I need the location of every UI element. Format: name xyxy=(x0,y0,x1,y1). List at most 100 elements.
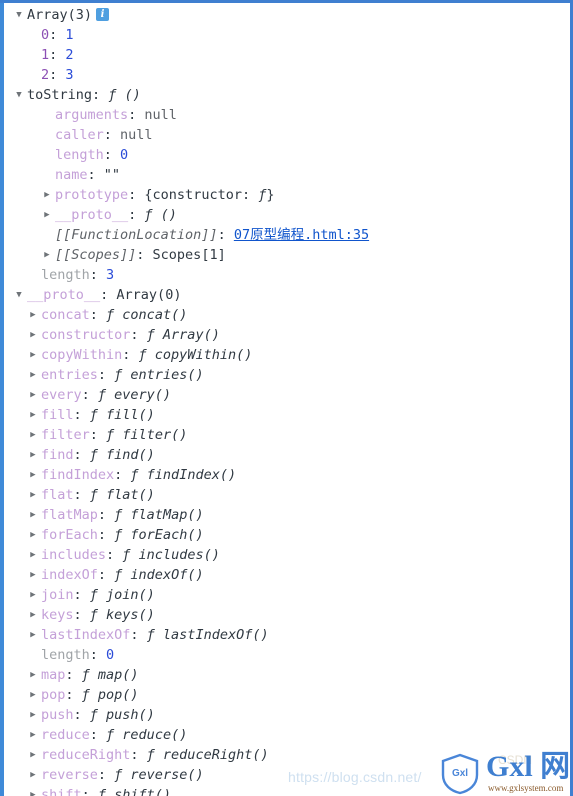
property-row[interactable]: toString: ƒ () xyxy=(0,85,570,105)
property-row[interactable]: join: ƒ join() xyxy=(0,585,570,605)
property-row[interactable]: 2: 3 xyxy=(0,65,570,85)
watermark-subtitle: www.gxlsystem.com xyxy=(488,783,564,793)
expand-triangle-icon[interactable] xyxy=(28,405,38,425)
expand-triangle-icon[interactable] xyxy=(28,465,38,485)
property-row[interactable]: constructor: ƒ Array() xyxy=(0,325,570,345)
property-row-content: flat: ƒ flat() xyxy=(41,485,155,505)
property-row-content: lastIndexOf: ƒ lastIndexOf() xyxy=(41,625,269,645)
property-row[interactable]: includes: ƒ includes() xyxy=(0,545,570,565)
expand-triangle-icon[interactable] xyxy=(28,445,38,465)
collapse-triangle-icon[interactable] xyxy=(14,5,24,25)
property-row[interactable]: name: "" xyxy=(0,165,570,185)
property-row[interactable]: Array(3)i xyxy=(0,5,570,25)
expand-triangle-icon[interactable] xyxy=(42,205,52,225)
property-value: 3 xyxy=(106,267,115,283)
expand-triangle-icon[interactable] xyxy=(28,765,38,785)
property-value: : xyxy=(49,67,66,83)
property-value: ƒ shift() xyxy=(97,787,172,796)
property-value: : xyxy=(49,47,66,63)
property-value: ƒ entries() xyxy=(114,367,204,383)
property-row[interactable]: find: ƒ find() xyxy=(0,445,570,465)
property-row[interactable]: findIndex: ƒ findIndex() xyxy=(0,465,570,485)
expand-triangle-icon[interactable] xyxy=(28,585,38,605)
expand-triangle-icon[interactable] xyxy=(28,485,38,505)
property-row[interactable]: [[Scopes]]: Scopes[1] xyxy=(0,245,570,265)
property-row[interactable]: keys: ƒ keys() xyxy=(0,605,570,625)
property-row[interactable]: indexOf: ƒ indexOf() xyxy=(0,565,570,585)
expand-triangle-icon[interactable] xyxy=(28,425,38,445)
property-value: ƒ filter() xyxy=(106,427,188,443)
property-key: reduce xyxy=(41,727,90,743)
property-row[interactable]: flat: ƒ flat() xyxy=(0,485,570,505)
property-row[interactable]: lastIndexOf: ƒ lastIndexOf() xyxy=(0,625,570,645)
property-row[interactable]: reduce: ƒ reduce() xyxy=(0,725,570,745)
property-row[interactable]: pop: ƒ pop() xyxy=(0,685,570,705)
property-row[interactable]: arguments: null xyxy=(0,105,570,125)
expand-triangle-icon[interactable] xyxy=(28,705,38,725)
expand-triangle-icon[interactable] xyxy=(28,525,38,545)
expand-triangle-icon[interactable] xyxy=(28,665,38,685)
property-row[interactable]: prototype: {constructor: ƒ} xyxy=(0,185,570,205)
expand-triangle-icon[interactable] xyxy=(28,545,38,565)
property-row[interactable]: [[FunctionLocation]]: 07原型编程.html:35 xyxy=(0,225,570,245)
collapse-triangle-icon[interactable] xyxy=(14,285,24,305)
expand-triangle-icon[interactable] xyxy=(28,685,38,705)
expand-triangle-icon[interactable] xyxy=(28,605,38,625)
property-row[interactable]: entries: ƒ entries() xyxy=(0,365,570,385)
property-row[interactable]: copyWithin: ƒ copyWithin() xyxy=(0,345,570,365)
expand-triangle-icon[interactable] xyxy=(28,305,38,325)
expand-triangle-icon[interactable] xyxy=(28,565,38,585)
property-row[interactable]: 0: 1 xyxy=(0,25,570,45)
expand-triangle-icon[interactable] xyxy=(42,185,52,205)
property-row[interactable]: fill: ƒ fill() xyxy=(0,405,570,425)
expand-triangle-icon[interactable] xyxy=(28,345,38,365)
property-row[interactable]: 1: 2 xyxy=(0,45,570,65)
expand-triangle-icon[interactable] xyxy=(28,725,38,745)
expand-triangle-icon[interactable] xyxy=(28,505,38,525)
property-row[interactable]: map: ƒ map() xyxy=(0,665,570,685)
property-row[interactable]: caller: null xyxy=(0,125,570,145)
expand-triangle-icon[interactable] xyxy=(28,785,38,796)
property-row[interactable]: every: ƒ every() xyxy=(0,385,570,405)
property-row[interactable]: push: ƒ push() xyxy=(0,705,570,725)
property-key: toString xyxy=(27,87,93,103)
property-value: ƒ Array() xyxy=(146,327,220,343)
property-value: : xyxy=(97,567,115,583)
property-row[interactable]: __proto__: Array(0) xyxy=(0,285,570,305)
property-row-content: copyWithin: ƒ copyWithin() xyxy=(41,345,252,365)
property-row[interactable]: length: 0 xyxy=(0,145,570,165)
property-row[interactable]: filter: ƒ filter() xyxy=(0,425,570,445)
property-row[interactable]: forEach: ƒ forEach() xyxy=(0,525,570,545)
expand-triangle-icon[interactable] xyxy=(28,745,38,765)
property-value: ƒ reduceRight() xyxy=(146,747,269,763)
expand-triangle-icon[interactable] xyxy=(42,245,52,265)
property-value: : xyxy=(81,787,98,796)
devtools-console-object-inspector: Array(3)i0: 11: 22: 3toString: ƒ ()argum… xyxy=(0,0,573,796)
expand-triangle-icon[interactable] xyxy=(28,385,38,405)
property-row[interactable]: length: 3 xyxy=(0,265,570,285)
property-row-content: keys: ƒ keys() xyxy=(41,605,155,625)
watermark-logo: Gxl Gxl 网 www.gxlsystem.com xyxy=(440,751,570,796)
property-row-content: reduceRight: ƒ reduceRight() xyxy=(41,745,269,765)
expand-triangle-icon[interactable] xyxy=(28,325,38,345)
property-row-content: concat: ƒ concat() xyxy=(41,305,187,325)
property-row-content: caller: null xyxy=(55,125,153,145)
expand-triangle-icon[interactable] xyxy=(28,365,38,385)
property-row[interactable]: flatMap: ƒ flatMap() xyxy=(0,505,570,525)
source-location-link[interactable]: 07原型编程.html:35 xyxy=(234,227,369,243)
property-row[interactable]: __proto__: ƒ () xyxy=(0,205,570,225)
property-row[interactable]: length: 0 xyxy=(0,645,570,665)
property-key: flat xyxy=(41,487,74,503)
property-value: null xyxy=(120,127,153,143)
property-key: concat xyxy=(41,307,90,323)
collapse-triangle-icon[interactable] xyxy=(14,85,24,105)
property-key: [[FunctionLocation]] xyxy=(55,227,218,243)
property-row-content: forEach: ƒ forEach() xyxy=(41,525,204,545)
property-key: 1 xyxy=(41,47,50,63)
property-value: : xyxy=(103,127,121,143)
expand-triangle-icon[interactable] xyxy=(28,625,38,645)
property-value: : xyxy=(103,147,121,163)
info-icon[interactable]: i xyxy=(96,7,110,21)
property-key: [[Scopes]] xyxy=(55,247,137,263)
property-row[interactable]: concat: ƒ concat() xyxy=(0,305,570,325)
